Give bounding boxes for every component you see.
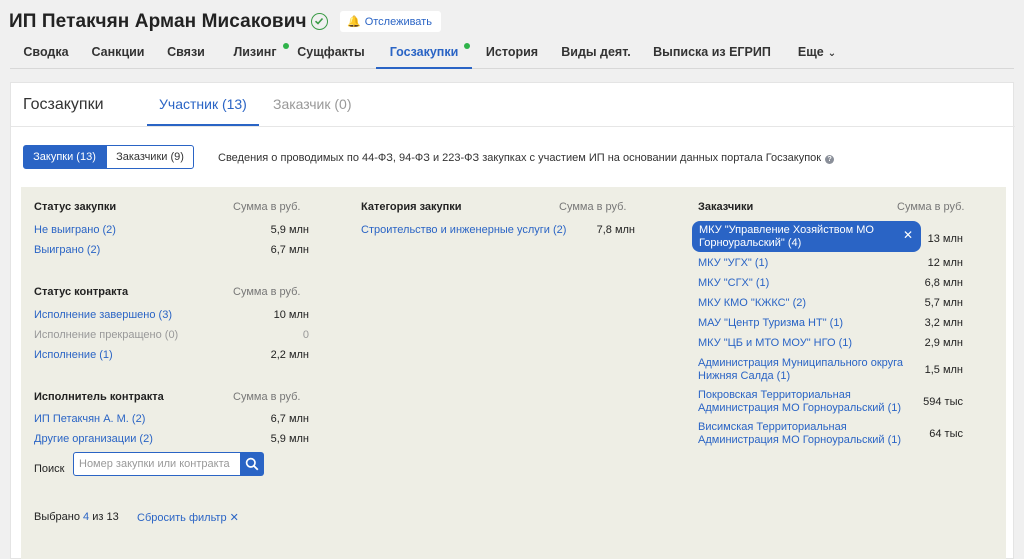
status-heading: Статус закупки	[34, 201, 117, 213]
filter-customer[interactable]: МКУ КМО "КЖКС" (2)	[698, 297, 806, 310]
filter-terminated: Исполнение прекращено (0)	[34, 329, 179, 341]
sum-value: 2,2 млн	[270, 349, 309, 361]
contract-status-heading: Статус контракта	[34, 286, 129, 298]
sum-value: 3,2 млн	[924, 317, 963, 329]
filter-customer[interactable]: Висимская Территориальная Администрация М…	[698, 421, 901, 447]
sum-value: 6,8 млн	[924, 277, 963, 289]
sum-value: 1,5 млн	[924, 364, 963, 376]
sum-value: 5,9 млн	[270, 224, 309, 236]
filter-panel: Статус закупки Сумма в руб. Не выиграно …	[21, 187, 1006, 559]
tab-history[interactable]: История	[484, 38, 540, 69]
subtab-customer[interactable]: Заказчик (0)	[273, 96, 352, 126]
selected-count: Выбрано 4 из 13	[34, 511, 119, 523]
filter-lost[interactable]: Не выиграно (2)	[34, 224, 116, 237]
chevron-down-icon: ⌄	[827, 48, 837, 59]
sum-value: 12 млн	[927, 257, 963, 269]
sum-value: 7,8 млн	[596, 224, 635, 236]
filter-executor-other[interactable]: Другие организации (2)	[34, 433, 153, 446]
filter-customer[interactable]: Покровская Территориальная Администрация …	[698, 389, 901, 415]
customers-toggle[interactable]: Заказчики (9)	[106, 145, 194, 169]
sum-value: 6,7 млн	[270, 413, 309, 425]
search-label: Поиск	[34, 463, 65, 475]
sum-value: 13 млн	[927, 233, 963, 245]
sum-value: 10 млн	[273, 309, 309, 321]
sum-value: 594 тыс	[923, 396, 963, 408]
tab-links[interactable]: Связи	[165, 38, 207, 69]
card-title: Госзакупки	[23, 96, 104, 113]
header: ИП Петакчян Арман Мисакович 🔔 Отслеживат…	[0, 0, 1024, 72]
verified-check-icon	[311, 13, 328, 30]
page-title: ИП Петакчян Арман Мисакович	[9, 11, 307, 32]
help-icon[interactable]: ?	[825, 155, 835, 164]
sum-heading: Сумма в руб.	[233, 201, 301, 213]
sum-heading: Сумма в руб.	[897, 201, 965, 213]
filter-customer[interactable]: Администрация Муниципального округа Нижня…	[698, 357, 903, 383]
tab-more[interactable]: Еще ⌄	[793, 38, 841, 69]
selected-customer-chip[interactable]: МКУ "Управление Хозяйством МО Горноураль…	[692, 221, 921, 252]
sum-heading: Сумма в руб.	[233, 391, 301, 403]
executor-heading: Исполнитель контракта	[34, 391, 164, 403]
tab-activities[interactable]: Виды деят.	[560, 38, 632, 69]
tab-egrip-extract[interactable]: Выписка из ЕГРИП	[652, 38, 772, 69]
tab-sanctions[interactable]: Санкции	[90, 38, 146, 69]
subtab-participant[interactable]: Участник (13)	[147, 96, 259, 126]
filter-in-progress[interactable]: Исполнение (1)	[34, 349, 113, 362]
filter-completed[interactable]: Исполнение завершено (3)	[34, 309, 172, 322]
filter-customer[interactable]: МКУ "ЦБ и МТО МОУ" НГО (1)	[698, 337, 852, 350]
sum-value: 2,9 млн	[924, 337, 963, 349]
filter-executor-ip[interactable]: ИП Петакчян А. М. (2)	[34, 413, 145, 426]
new-indicator-dot	[283, 43, 289, 49]
main-tabs: Сводка Санкции Связи Лизинг Сущфакты Гос…	[10, 38, 1014, 69]
tab-leasing[interactable]: Лизинг	[230, 38, 289, 69]
sum-value: 0	[302, 329, 309, 341]
search-icon	[245, 457, 259, 471]
search-input[interactable]: Номер закупки или контракта	[73, 452, 241, 476]
category-heading: Категория закупки	[361, 201, 462, 213]
info-text: Сведения о проводимых по 44-ФЗ, 94-ФЗ и …	[218, 152, 835, 164]
filter-customer[interactable]: МКУ "СГХ" (1)	[698, 277, 769, 290]
bell-icon: 🔔	[347, 16, 361, 28]
search-button[interactable]	[240, 452, 264, 476]
tab-procurement[interactable]: Госзакупки	[376, 38, 472, 69]
sum-value: 5,7 млн	[924, 297, 963, 309]
divider	[11, 126, 1015, 127]
sum-heading: Сумма в руб.	[233, 286, 301, 298]
procurement-card: Госзакупки Участник (13) Заказчик (0) За…	[10, 82, 1015, 559]
sum-value: 64 тыс	[929, 428, 963, 440]
filter-customer[interactable]: МАУ "Центр Туризма НТ" (1)	[698, 317, 843, 330]
sum-value: 5,9 млн	[270, 433, 309, 445]
purchases-toggle[interactable]: Закупки (13)	[23, 145, 106, 169]
filter-category-construction[interactable]: Строительство и инженерные услуги (2)	[361, 224, 566, 237]
close-icon: ✕	[229, 512, 239, 524]
sum-value: 6,7 млн	[270, 244, 309, 256]
sum-heading: Сумма в руб.	[559, 201, 627, 213]
new-indicator-dot	[464, 43, 470, 49]
customers-heading: Заказчики	[698, 201, 754, 213]
track-button-label: Отслеживать	[364, 15, 432, 28]
track-button[interactable]: 🔔 Отслеживать	[340, 11, 441, 32]
tab-summary[interactable]: Сводка	[20, 38, 72, 69]
filter-customer[interactable]: МКУ "УГХ" (1)	[698, 257, 768, 270]
filter-won[interactable]: Выиграно (2)	[34, 244, 100, 257]
reset-filter-button[interactable]: Сбросить фильтр ✕	[137, 511, 239, 524]
tab-facts[interactable]: Сущфакты	[297, 38, 365, 69]
